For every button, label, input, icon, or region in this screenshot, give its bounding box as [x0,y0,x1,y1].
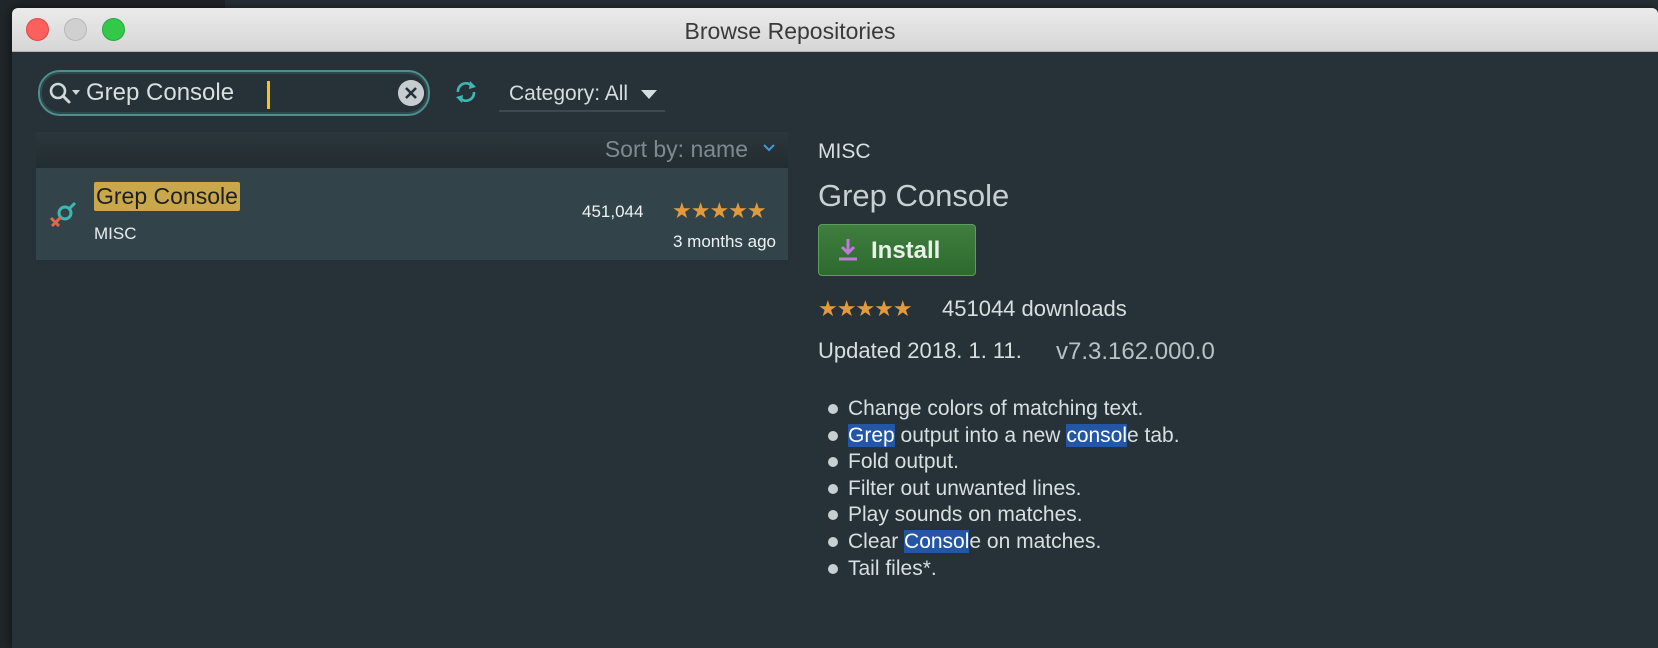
plugin-rating-stars: ★★★★★ [672,198,767,223]
plugin-list-item[interactable]: Grep Console MISC 451,044 ★★★★★ 3 months… [36,168,788,260]
download-icon [839,239,857,261]
detail-version: v7.3.162.000.0 [1056,338,1215,365]
sort-by-label[interactable]: Sort by: name [605,136,748,163]
chevron-down-icon[interactable] [762,142,776,154]
search-match-highlight: consol [1066,423,1128,447]
browse-repositories-dialog: Browse Repositories Category: All [12,8,1658,648]
feature-item: Fold output. [826,449,1180,476]
bullet-icon [828,457,838,468]
feature-text: Clear [848,529,905,553]
list-header: Sort by: name [36,132,788,168]
feature-item: Clear Console on matches. [826,529,1180,556]
clear-search-icon[interactable] [398,80,424,106]
detail-category: MISC [818,140,871,163]
plugin-updated: 3 months ago [672,232,776,251]
bullet-icon [828,563,838,574]
feature-item: Change colors of matching text. [826,396,1180,423]
feature-text: Play sounds on matches. [848,503,1083,527]
feature-item: Play sounds on matches. [826,502,1180,529]
feature-text: e on matches. [969,529,1102,553]
plugin-list-panel: Sort by: name Grep Console MISC 451,044 … [36,132,788,648]
bullet-icon [828,483,838,494]
bullet-icon [828,404,838,414]
window-title: Browse Repositories [684,18,896,44]
search-match-highlight: Grep [848,423,895,447]
feature-item: Filter out unwanted lines. [826,476,1180,503]
bullet-icon [828,510,838,521]
feature-text: Tail files*. [848,556,937,580]
plugin-icon [49,201,77,228]
search-match-highlight: Consol [904,529,970,553]
plugin-detail-panel: MISC Grep Console Install ★★★★★ 451044 d… [818,132,1638,648]
search-input[interactable] [86,78,386,108]
title-bar: Browse Repositories [12,8,1658,52]
category-label: Category: All [509,82,629,105]
category-dropdown[interactable]: Category: All [499,76,665,112]
dropdown-arrow-icon [641,90,657,99]
plugin-name: Grep Console [94,182,240,211]
feature-text: Filter out unwanted lines. [848,476,1082,500]
bullet-icon [828,430,838,441]
detail-rating-stars: ★★★★★ [818,296,913,321]
feature-list: Change colors of matching text. Grep outp… [826,396,1180,582]
feature-text: Fold output. [848,450,959,474]
search-icon[interactable] [48,81,84,105]
text-caret [267,81,270,109]
plugin-downloads: 451,044 [582,202,644,221]
install-button[interactable]: Install [818,224,976,276]
feature-item: Tail files*. [826,556,1180,583]
feature-text: Change colors of matching text. [848,397,1144,420]
detail-downloads: 451044 downloads [942,296,1127,321]
feature-text: output into a new [894,423,1067,447]
plugin-category: MISC [94,224,137,243]
feature-text: e tab. [1127,423,1180,447]
search-box[interactable] [38,70,430,116]
detail-updated: Updated 2018. 1. 11. [818,338,1022,363]
toolbar: Category: All [12,52,1658,132]
feature-item: Grep output into a new console tab. [826,423,1180,450]
refresh-icon[interactable] [452,78,480,106]
detail-plugin-name: Grep Console [818,178,1010,213]
bullet-icon [828,536,838,547]
install-label: Install [871,237,941,264]
